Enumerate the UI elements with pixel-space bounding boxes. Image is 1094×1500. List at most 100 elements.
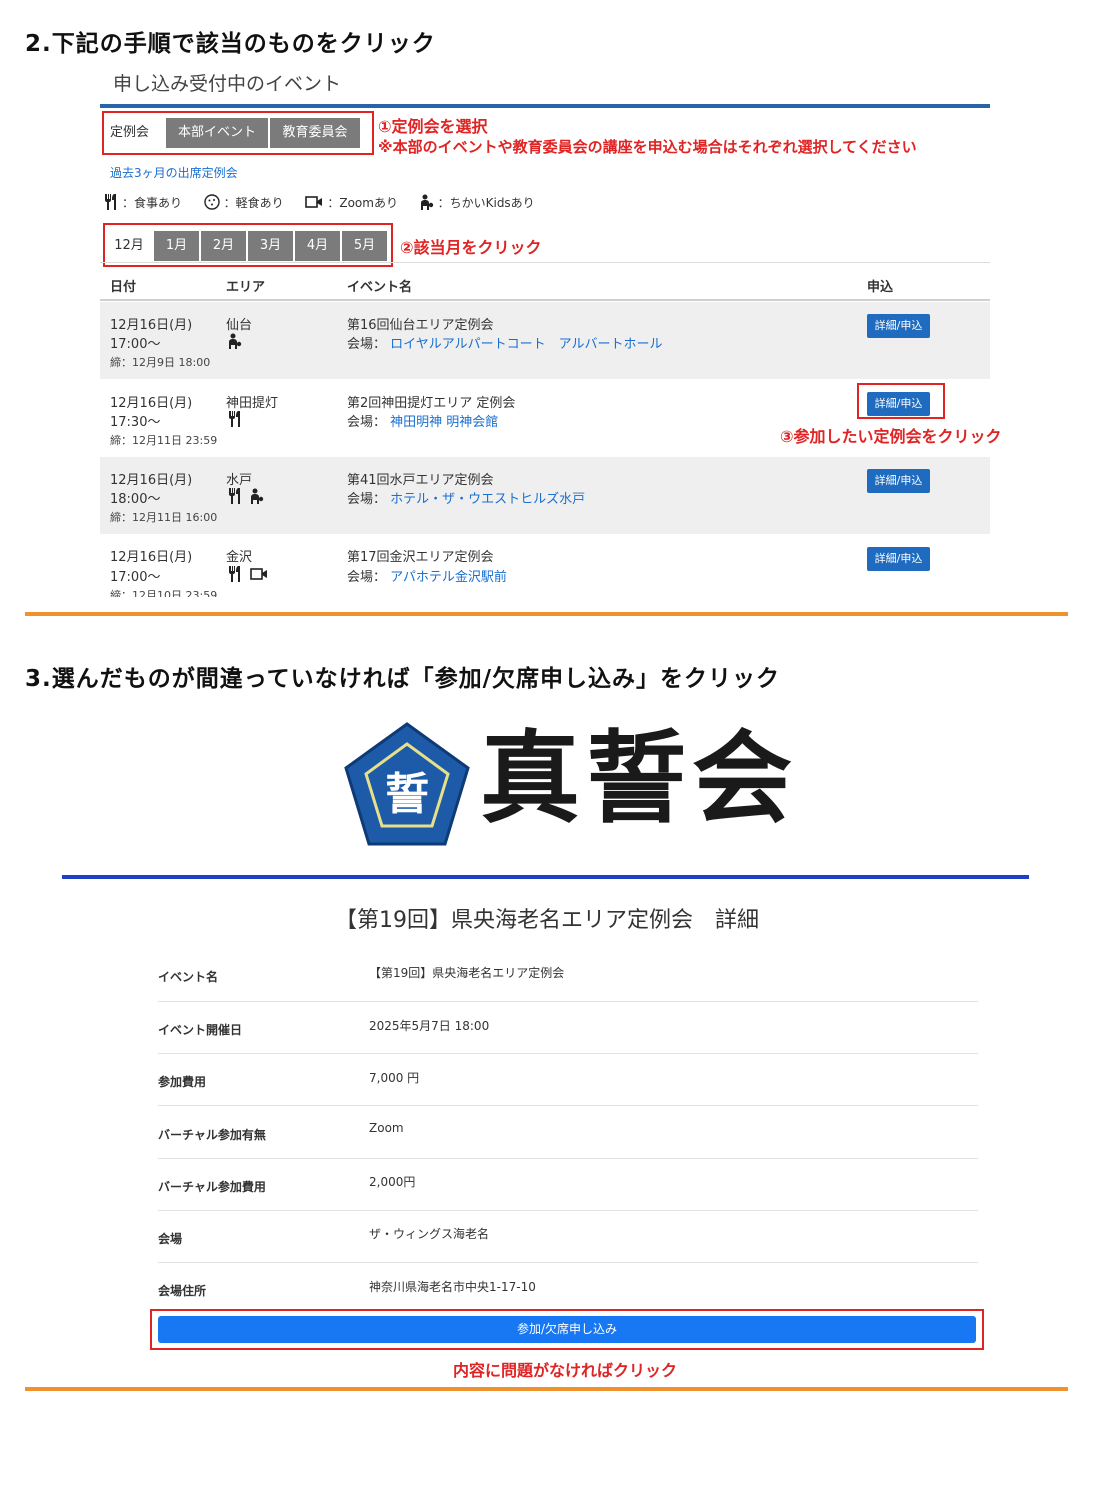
row-deadline: 締：12月11日 23:59	[110, 434, 218, 447]
detail-apply-button[interactable]: 詳細/申込	[867, 547, 930, 571]
annotation-2: ②該当月をクリック	[400, 238, 542, 257]
snack-icon	[203, 194, 220, 213]
annotation-1-note: ※本部のイベントや教育委員会の講座を申込む場合はそれぞれ選択してください	[378, 138, 917, 156]
page-title: 申し込み受付中のイベント	[113, 73, 342, 95]
row-venue-label: 会場：	[347, 492, 387, 507]
highlight-category-tabs	[102, 111, 374, 155]
table-header-rule	[100, 299, 990, 301]
detail-label: バーチャル参加費用	[158, 1180, 266, 1194]
col-header-date: 日付	[110, 280, 137, 295]
detail-label: イベント開催日	[158, 1023, 243, 1037]
row-time: 17:30〜	[110, 415, 161, 430]
annotation-4: 内容に問題がなければクリック	[452, 1361, 677, 1380]
col-header-event: イベント名	[347, 280, 413, 295]
meal-icon	[228, 566, 242, 586]
detail-value: 神奈川県海老名市中央1-17-10	[369, 1280, 536, 1294]
row-area: 水戸	[226, 473, 253, 488]
detail-divider	[158, 1158, 978, 1159]
logo-emblem: 誓	[342, 720, 472, 850]
row-time: 18:00〜	[110, 492, 161, 507]
row-area: 仙台	[226, 318, 253, 333]
detail-apply-button[interactable]: 詳細/申込	[867, 314, 930, 338]
detail-label: 会場住所	[158, 1284, 207, 1298]
row-date: 12月16日(月)	[110, 550, 193, 565]
row-deadline: 締：12月10日 23:59	[110, 589, 218, 597]
row-event-name: 第41回水戸エリア定例会	[347, 473, 494, 488]
detail-apply-button[interactable]: 詳細/申込	[867, 469, 930, 493]
table-row: 12月16日(月) 18:00〜 締：12月11日 16:00 水戸 第41回水…	[100, 457, 990, 534]
detail-divider	[158, 1001, 978, 1002]
detail-value: 2,000円	[369, 1175, 416, 1189]
row-venue-link[interactable]: ロイヤルアルパートコート アルバートホール	[390, 337, 662, 352]
row-deadline: 締：12月11日 16:00	[110, 511, 218, 524]
annotation-1: ①定例会を選択	[378, 117, 488, 136]
venue-link[interactable]: ザ・ウィングス海老名	[369, 1225, 489, 1242]
row-date: 12月16日(月)	[110, 396, 193, 411]
detail-divider	[158, 1262, 978, 1263]
past-meetings-link[interactable]: 過去3ヶ月の出席定例会	[110, 164, 238, 181]
logo-underline	[62, 875, 1029, 879]
detail-value: 7,000 円	[369, 1071, 420, 1085]
row-time: 17:00〜	[110, 337, 161, 352]
detail-label: 参加費用	[158, 1075, 207, 1089]
row-event-name: 第16回仙台エリア定例会	[347, 318, 494, 333]
zoom-icon	[250, 567, 268, 585]
row-icons	[228, 333, 246, 353]
legend-snack-label: ：軽食あり	[223, 196, 284, 210]
kids-icon	[250, 488, 264, 508]
step3-heading: 3.選んだものが間違っていなければ「参加/欠席申し込み」をクリック	[25, 666, 780, 692]
section-divider-orange	[25, 612, 1068, 616]
annotation-3: ③参加したい定例会をクリック	[780, 427, 1002, 446]
row-icons	[228, 488, 268, 508]
detail-label: バーチャル参加有無	[158, 1128, 266, 1142]
row-event-name: 第17回金沢エリア定例会	[347, 550, 494, 565]
detail-divider	[158, 1053, 978, 1054]
detail-label: イベント名	[158, 970, 219, 984]
row-area: 神田提灯	[226, 396, 279, 411]
kids-icon	[228, 333, 242, 353]
row-venue-label: 会場：	[347, 415, 387, 430]
icon-legend: ：食事あり ：軽食あり ：Zoomあり ：ちかいKidsあり	[104, 194, 535, 213]
row-venue-label: 会場：	[347, 570, 387, 585]
detail-divider	[158, 1105, 978, 1106]
highlight-submit-button	[150, 1309, 984, 1350]
row-time: 17:00〜	[110, 570, 161, 585]
title-underline	[100, 104, 990, 108]
row-icons	[228, 566, 272, 586]
divider	[100, 262, 990, 263]
detail-value: 【第19回】県央海老名エリア定例会	[369, 966, 565, 980]
meal-icon	[228, 411, 242, 431]
bottom-divider-orange	[25, 1387, 1068, 1391]
row-deadline: 締：12月9日 18:00	[110, 356, 211, 369]
step2-heading: 2.下記の手順で該当のものをクリック	[25, 31, 436, 57]
logo-badge-text: 誓	[385, 769, 429, 820]
meal-icon	[104, 194, 118, 213]
detail-value: 2025年5月7日 18:00	[369, 1019, 490, 1033]
meal-icon	[228, 488, 242, 508]
col-header-area: エリア	[226, 280, 266, 295]
detail-divider	[158, 1210, 978, 1211]
legend-meal-label: ：食事あり	[122, 196, 183, 210]
row-venue-link[interactable]: アパホテル金沢駅前	[390, 570, 507, 585]
legend-zoom-label: ：Zoomあり	[327, 196, 398, 210]
legend-kids-label: ：ちかいKidsあり	[437, 196, 535, 210]
kids-icon	[420, 194, 434, 213]
zoom-icon	[305, 195, 323, 212]
row-event-name: 第2回神田提灯エリア 定例会	[347, 396, 516, 411]
detail-value: Zoom	[369, 1121, 404, 1135]
detail-label: 会場	[158, 1232, 183, 1246]
highlight-detail-button	[857, 383, 945, 419]
row-date: 12月16日(月)	[110, 473, 193, 488]
row-icons	[228, 411, 246, 431]
table-row: 12月16日(月) 17:00〜 締：12月9日 18:00 仙台 第16回仙台…	[100, 302, 990, 379]
row-venue-link[interactable]: ホテル・ザ・ウエストヒルズ水戸	[390, 492, 585, 507]
row-venue-link[interactable]: 神田明神 明神会館	[390, 415, 498, 430]
row-date: 12月16日(月)	[110, 318, 193, 333]
detail-title: 【第19回】県央海老名エリア定例会 詳細	[335, 908, 759, 933]
col-header-apply: 申込	[867, 280, 894, 295]
logo-wordmark: 真誓会	[480, 719, 798, 837]
row-area: 金沢	[226, 550, 253, 565]
row-venue-label: 会場：	[347, 337, 387, 352]
highlight-month-tabs	[103, 223, 393, 267]
table-row: 12月16日(月) 17:00〜 締：12月10日 23:59 金沢 第17回金…	[100, 535, 990, 597]
